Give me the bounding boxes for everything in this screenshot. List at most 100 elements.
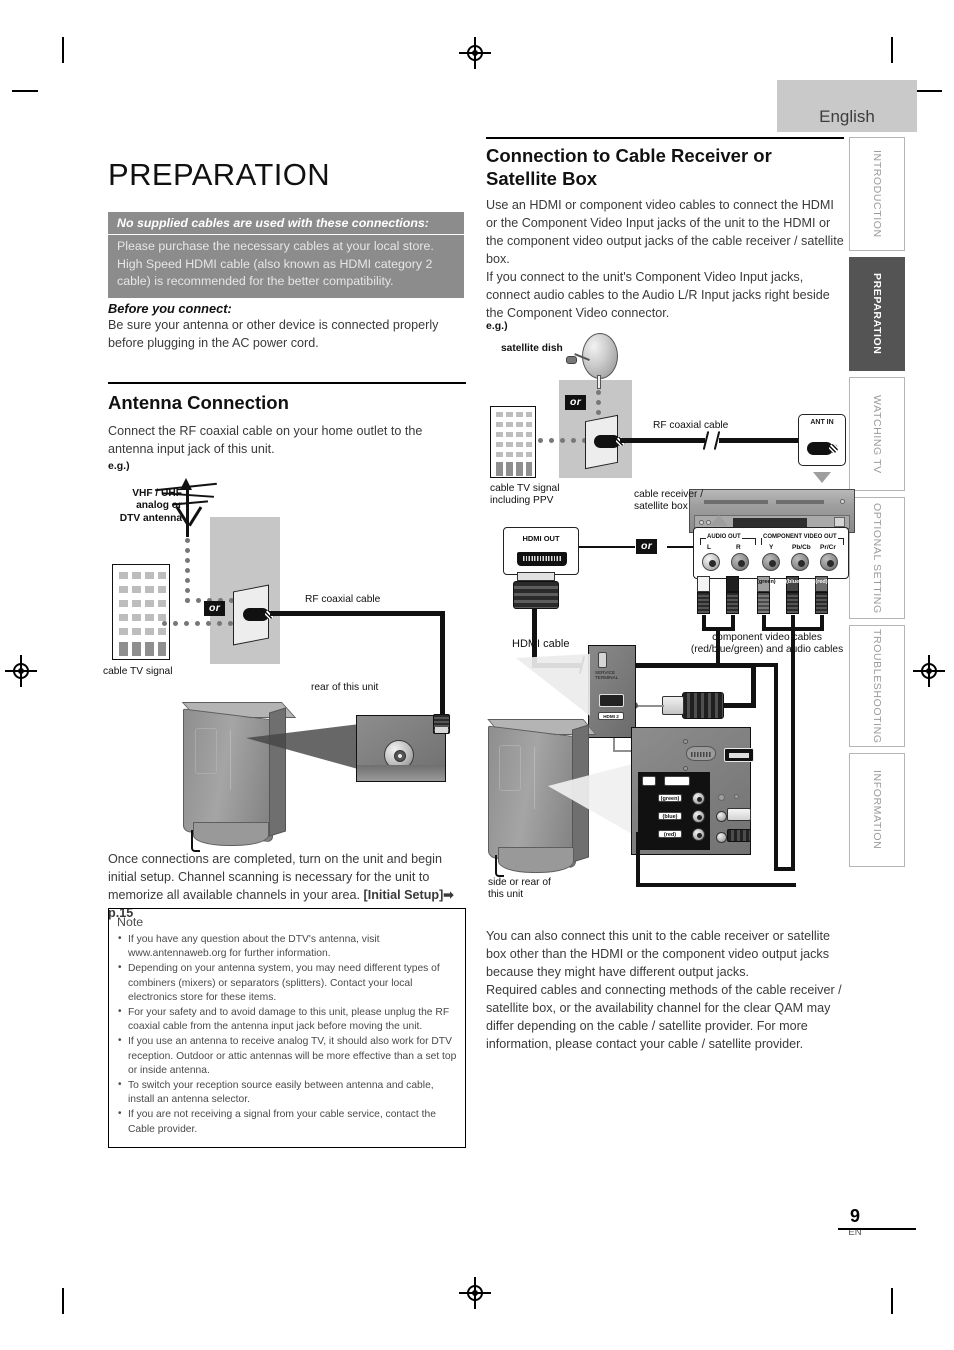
connection-arrow-up [710, 515, 728, 526]
hdmi-run-to-plug [723, 703, 756, 708]
note-item: For your safety and to avoid damage to t… [117, 1005, 457, 1034]
dish-lnb [566, 356, 577, 364]
tv-rear-jack-panel-inset: (green) (blue) (red) [631, 727, 754, 855]
rear-of-unit-label: rear of this unit [311, 682, 379, 693]
cable-receiver-label: cable receiver / satellite box [634, 489, 703, 513]
callout-beam-rear [548, 764, 632, 834]
jack-label-r: R [736, 544, 741, 551]
nav-tab-introduction[interactable]: INTRODUCTION [849, 137, 905, 251]
nav-tab-information[interactable]: INFORMATION [849, 753, 905, 867]
component-green-tag: (green) [658, 794, 682, 802]
dsub-screw-1 [683, 739, 688, 744]
rca-jack-audio-l [702, 553, 720, 571]
tv-audio-in-jack-l [716, 811, 727, 822]
component-blue-tag: (blue) [658, 812, 682, 820]
antenna-section-body: Connect the RF coaxial cable on your hom… [108, 424, 423, 456]
nav-tab-introduction-label: INTRODUCTION [871, 150, 883, 238]
hdmi-out-box: HDMI OUT [503, 527, 579, 575]
hdmi-plug-body [682, 692, 724, 719]
or-connector-line-2 [667, 546, 694, 548]
antenna-mast [186, 485, 189, 537]
tv-rear-screw-1 [718, 794, 725, 801]
cable-tv-building-right [490, 406, 536, 478]
note-item: Depending on your antenna system, you ma… [117, 961, 457, 1005]
hdmi-1-mini-port [664, 776, 690, 786]
rf-coaxial-cable-label-right: RF coaxial cable [653, 420, 729, 431]
tv-av-jack-block: (green) (blue) (red) [638, 772, 710, 850]
antenna-section-rule [108, 382, 466, 385]
side-or-rear-label: side or rear of this unit [488, 877, 551, 901]
right-column-rule [486, 137, 844, 140]
comp-run-h-bottom [774, 867, 795, 871]
rear-panel-wire-h [636, 883, 796, 887]
note-item: To switch your reception source easily b… [117, 1078, 457, 1107]
page-number: 9 [849, 1206, 860, 1226]
nav-tab-optional-setting[interactable]: OPTIONAL SETTING [849, 497, 905, 619]
language-tab: English [777, 80, 917, 132]
nav-tab-watching-tv[interactable]: WATCHING TV [849, 377, 905, 491]
plug-blue-label: (blue) [786, 579, 801, 585]
wall-coax-jack-right [594, 435, 625, 448]
page-number-rule [838, 1228, 916, 1231]
cable-receiver-diagram: satellite dish or cable TV signal includ… [486, 332, 855, 922]
antenna-leg-right [188, 506, 202, 527]
tv-hdmi-port-rear[interactable] [724, 748, 754, 762]
cable-receiver-closing-1: You can also connect this unit to the ca… [486, 929, 830, 979]
page-title: PREPARATION [108, 156, 331, 192]
cable-receiver-heading: Connection to Cable Receiver or Satellit… [486, 145, 772, 190]
supplied-cables-callout: No supplied cables are used with these c… [108, 212, 464, 298]
or-badge-hdmi-component: or [636, 539, 658, 554]
wall-coax-jack [243, 608, 274, 621]
audio-in-mini-port [642, 776, 656, 786]
hdmi-plug-tip [662, 696, 684, 715]
language-tab-label: English [819, 107, 875, 126]
dish-mast [597, 375, 601, 389]
av-output-panel: AUDIO OUT COMPONENT VIDEO OUT L R Y Pb/C… [693, 527, 849, 579]
tv-audio-plug-white [727, 808, 751, 821]
antenna-connection-diagram: VHF / UHF analog or DTV antenna cable TV… [100, 470, 480, 880]
nav-tab-preparation[interactable]: PREPARATION [849, 257, 905, 371]
manual-page: English INTRODUCTION PREPARATION WATCHIN… [0, 0, 954, 1350]
nav-tab-watching-tv-label: WATCHING TV [871, 394, 883, 474]
or-badge-satellite: or [565, 395, 587, 410]
plug-red-label: (red) [815, 579, 828, 585]
tv-audio-in-jack-r [716, 832, 727, 843]
tv-component-jack-pr [692, 828, 705, 841]
hdmi-link-line [634, 705, 664, 707]
rca-jack-audio-r [731, 553, 749, 571]
or-connector-line [579, 546, 635, 548]
page-number-block: 9 EN [838, 1207, 872, 1238]
rear-panel-wire-down [636, 832, 640, 887]
ant-in-jack-box: ANT IN [798, 414, 846, 466]
note-list: If you have any question about the DTV's… [117, 932, 457, 1137]
before-you-connect-block: Before you connect: Be sure your antenna… [108, 301, 464, 353]
callout-heading: No supplied cables are used with these c… [108, 212, 464, 234]
hdmi-out-label: HDMI OUT [522, 534, 560, 543]
cable-signal-dots [162, 621, 242, 626]
note-item: If you use an antenna to receive analog … [117, 1034, 457, 1078]
rca-jack-prcr [820, 553, 838, 571]
tv-rear-screw-2 [734, 794, 739, 799]
tv-component-jack-pb [692, 810, 705, 823]
cable-receiver-intro-1: Use an HDMI or component video cables to… [486, 198, 844, 266]
vga-dsub-port [686, 746, 716, 761]
note-box: Note If you have any question about the … [108, 908, 466, 1148]
component-video-out-label: COMPONENT VIDEO OUT [762, 534, 838, 540]
rca-jack-pbcb [791, 553, 809, 571]
dsub-screw-2 [683, 766, 688, 771]
nav-tab-information-label: INFORMATION [871, 770, 883, 850]
jack-label-l: L [707, 544, 711, 551]
before-you-connect-body: Be sure your antenna or other device is … [108, 318, 439, 350]
cable-tv-building [112, 564, 170, 660]
note-title: Note [117, 915, 144, 929]
satellite-dish-label: satellite dish [501, 343, 563, 354]
section-nav-tabs: INTRODUCTION PREPARATION WATCHING TV OPT… [849, 137, 905, 873]
callout-beam-side [516, 654, 590, 716]
plug-green-label: (green) [757, 579, 776, 585]
hdmi-connector-grip [513, 581, 559, 609]
satellite-dish [582, 333, 618, 379]
nav-tab-troubleshooting[interactable]: TROUBLESHOOTING [849, 625, 905, 747]
audio-run-h [716, 663, 778, 667]
hdmi-connector-shell [517, 572, 555, 581]
ant-in-coax-jack [807, 442, 838, 455]
